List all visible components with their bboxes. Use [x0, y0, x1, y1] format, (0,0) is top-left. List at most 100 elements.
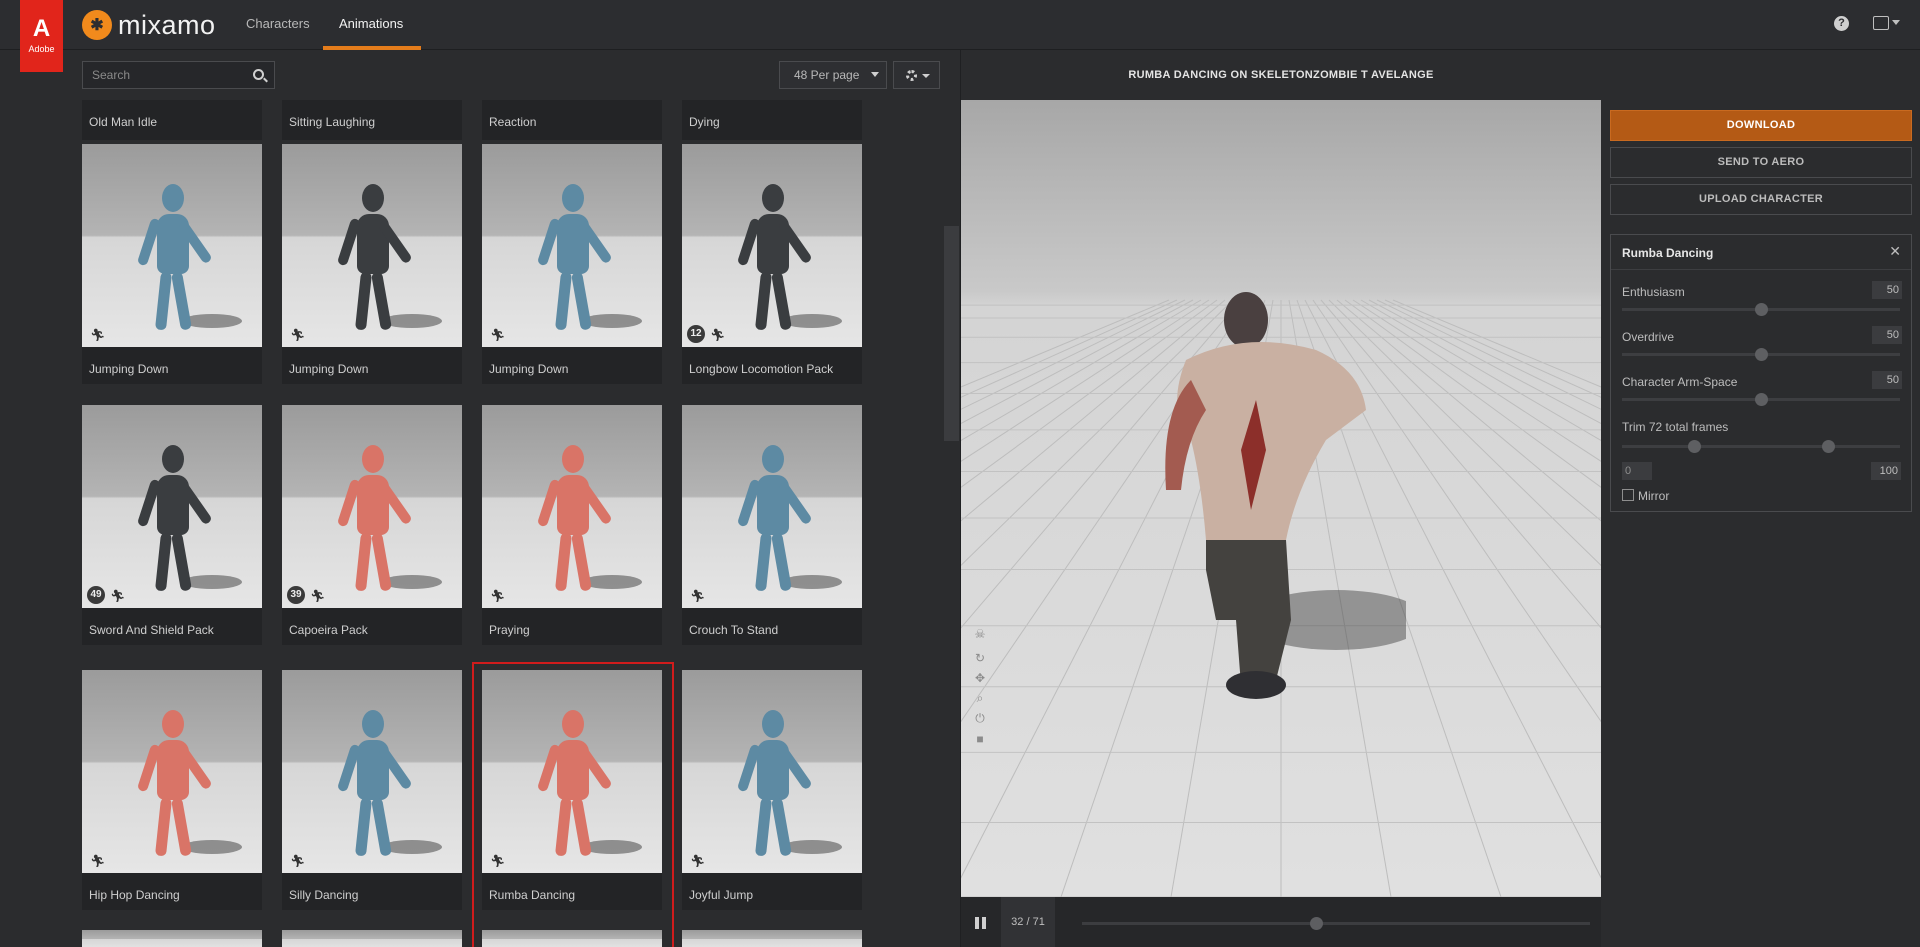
panel-divider — [1611, 269, 1911, 270]
animation-card[interactable]: 🏃︎ Jumping Down — [82, 144, 262, 384]
help-icon[interactable]: ? — [1834, 16, 1849, 31]
skull-icon[interactable]: ☠ — [973, 628, 987, 640]
close-icon[interactable]: ✕ — [1889, 243, 1901, 260]
animation-card-label: Hip Hop Dancing — [89, 888, 180, 902]
pack-count-badge: 39 — [287, 586, 305, 604]
animation-card[interactable] — [82, 930, 262, 947]
character-figure — [736, 710, 813, 860]
animation-card-label: Longbow Locomotion Pack — [689, 362, 834, 376]
trim-start-handle[interactable] — [1688, 440, 1702, 453]
animation-thumbnail — [282, 930, 462, 947]
animation-thumbnail: 🏃︎ — [482, 670, 662, 873]
animation-card[interactable]: 39 🏃︎ Capoeira Pack — [282, 405, 462, 645]
param-slider[interactable] — [1622, 303, 1900, 316]
param-slider[interactable] — [1622, 348, 1900, 361]
mirror-label: Mirror — [1638, 489, 1670, 503]
send-to-aero-button[interactable]: SEND TO AERO — [1610, 147, 1912, 178]
timeline-track[interactable] — [1082, 917, 1590, 930]
animation-card[interactable]: Sitting Laughing — [282, 100, 462, 140]
in-place-icon: 🏃︎ — [90, 854, 106, 868]
in-place-icon: 🏃︎ — [690, 854, 706, 868]
settings-button[interactable] — [893, 61, 940, 89]
pause-icon[interactable] — [975, 917, 987, 929]
animation-card-label: Jumping Down — [89, 362, 169, 376]
orbit-icon[interactable]: ↻ — [973, 652, 987, 664]
adobe-logo[interactable]: A Adobe — [20, 0, 63, 72]
character-figure — [136, 184, 213, 334]
param-value-field[interactable]: 50 — [1872, 326, 1902, 344]
animation-card[interactable]: 🏃︎ Jumping Down — [282, 144, 462, 384]
animation-card-label: Crouch To Stand — [689, 623, 779, 637]
character-figure — [536, 184, 613, 334]
animation-thumbnail: 🏃︎ — [282, 670, 462, 873]
power-icon[interactable]: ⏻ — [973, 712, 987, 724]
mixamo-brand[interactable]: ✱ mixamo — [82, 9, 216, 41]
in-place-icon: 🏃︎ — [110, 589, 126, 603]
search-input[interactable] — [82, 61, 275, 89]
in-place-icon: 🏃︎ — [490, 854, 506, 868]
param-slider-handle[interactable] — [1755, 393, 1768, 406]
param-slider-handle[interactable] — [1755, 348, 1768, 361]
chevron-down-icon[interactable] — [1892, 20, 1900, 25]
tab-animations[interactable]: Animations — [339, 16, 403, 31]
user-menu-icon[interactable] — [1873, 16, 1889, 30]
move-icon[interactable]: ✥ — [973, 672, 987, 684]
trim-slider[interactable] — [1622, 440, 1900, 453]
animation-card[interactable]: 🏃︎ Rumba Dancing — [482, 670, 662, 910]
animation-thumbnail — [482, 930, 662, 947]
animation-card[interactable]: 12 🏃︎ Longbow Locomotion Pack — [682, 144, 862, 384]
library-toolbar: 48 Per page — [0, 50, 960, 100]
animation-card-label: Rumba Dancing — [489, 888, 576, 902]
3d-viewport[interactable]: ☠ ↻ ✥ ⌕ ⏻ ■ — [961, 100, 1601, 897]
zombie-character — [1165, 292, 1406, 699]
trim-start-field[interactable]: 0 — [1622, 462, 1652, 480]
trim-end-handle[interactable] — [1821, 440, 1835, 453]
per-page-select[interactable]: 48 Per page — [779, 61, 887, 89]
in-place-icon: 🏃︎ — [490, 589, 506, 603]
animation-card[interactable]: Dying — [682, 100, 862, 140]
animation-card[interactable]: 🏃︎ Praying — [482, 405, 662, 645]
brand-name: mixamo — [118, 9, 216, 40]
tab-characters[interactable]: Characters — [246, 16, 310, 31]
in-place-icon: 🏃︎ — [290, 854, 306, 868]
animation-card[interactable] — [482, 930, 662, 947]
param-slider[interactable] — [1622, 393, 1900, 406]
character-figure — [136, 710, 213, 860]
upload-character-button[interactable]: UPLOAD CHARACTER — [1610, 184, 1912, 215]
in-place-icon: 🏃︎ — [310, 589, 326, 603]
timeline-scrubber[interactable] — [1309, 917, 1323, 930]
animation-card[interactable]: 🏃︎ Joyful Jump — [682, 670, 862, 910]
animation-card[interactable]: 🏃︎ Hip Hop Dancing — [82, 670, 262, 910]
animation-card-label: Dying — [689, 115, 720, 129]
animation-card-label: Jumping Down — [289, 362, 369, 376]
animation-card[interactable]: 🏃︎ Silly Dancing — [282, 670, 462, 910]
animation-card-label: Silly Dancing — [289, 888, 359, 902]
animation-card-label: Sword And Shield Pack — [89, 623, 214, 637]
camera-icon[interactable]: ■ — [973, 733, 987, 745]
character-figure — [736, 184, 813, 334]
trim-label: Trim 72 total frames — [1622, 420, 1729, 434]
trim-end-field[interactable]: 100 — [1871, 462, 1901, 480]
mirror-checkbox[interactable] — [1622, 489, 1634, 501]
animation-card[interactable] — [282, 930, 462, 947]
param-value-field[interactable]: 50 — [1872, 281, 1902, 299]
animation-card[interactable]: Old Man Idle — [82, 100, 262, 140]
animation-card[interactable]: 🏃︎ Jumping Down — [482, 144, 662, 384]
animation-thumbnail: 🏃︎ — [82, 144, 262, 347]
animation-card[interactable] — [682, 930, 862, 947]
download-button[interactable]: DOWNLOAD — [1610, 110, 1912, 141]
pack-count-badge: 49 — [87, 586, 105, 604]
character-figure — [136, 445, 213, 595]
param-value-field[interactable]: 50 — [1872, 371, 1902, 389]
animation-card[interactable]: Reaction — [482, 100, 662, 140]
animation-card[interactable]: 🏃︎ Crouch To Stand — [682, 405, 862, 645]
in-place-icon: 🏃︎ — [290, 328, 306, 342]
search-icon[interactable] — [253, 69, 264, 80]
character-figure — [736, 445, 813, 595]
library-scrollbar[interactable] — [944, 226, 959, 441]
frame-counter: 32 / 71 — [1001, 897, 1055, 947]
animation-card[interactable]: 49 🏃︎ Sword And Shield Pack — [82, 405, 262, 645]
zoom-icon[interactable]: ⌕ — [973, 692, 987, 704]
character-figure — [536, 710, 613, 860]
param-slider-handle[interactable] — [1755, 303, 1768, 316]
